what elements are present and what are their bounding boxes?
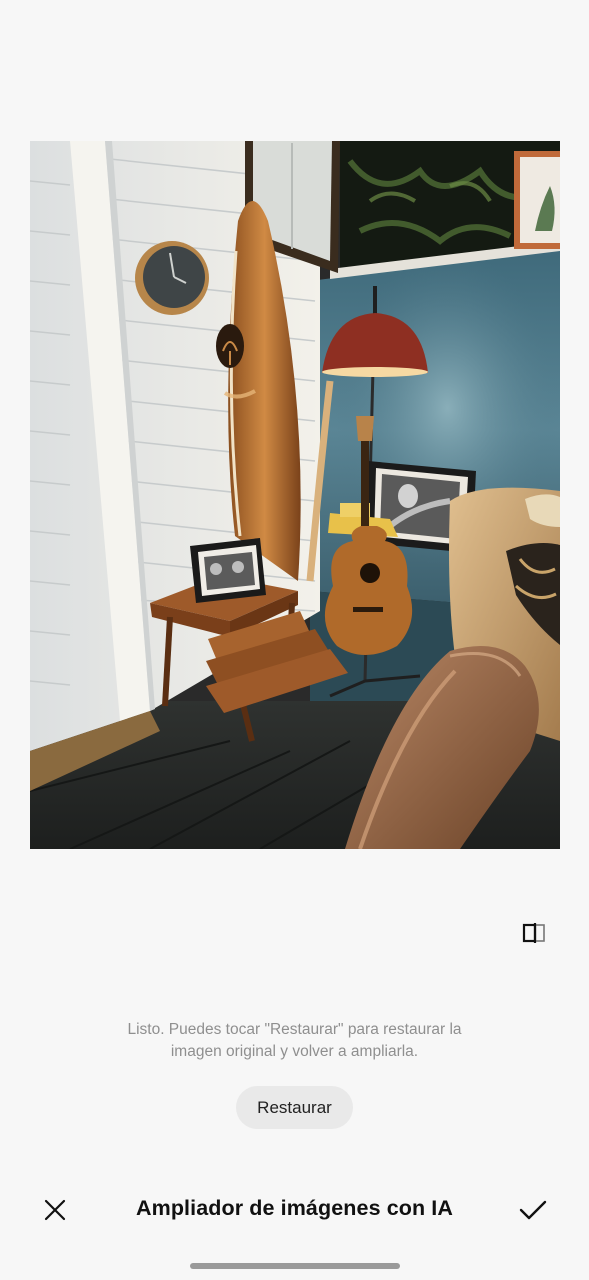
home-indicator[interactable] [190,1263,400,1269]
status-message-line-1: Listo. Puedes tocar "Restaurar" para res… [127,1021,462,1038]
restore-button[interactable]: Restaurar [236,1086,353,1129]
bottom-bar: Ampliador de imágenes con IA [0,1180,589,1240]
confirm-button[interactable] [509,1186,557,1234]
check-icon [519,1200,547,1220]
page-title: Ampliador de imágenes con IA [135,1196,453,1220]
status-message: Listo. Puedes tocar "Restaurar" para res… [60,1019,529,1063]
close-icon [44,1199,66,1221]
compare-button[interactable] [518,918,550,948]
enlarged-photo [30,141,560,849]
compare-icon [522,923,545,943]
status-message-line-2: imagen original y volver a ampliarla. [170,1043,419,1060]
close-button[interactable] [31,1186,79,1234]
